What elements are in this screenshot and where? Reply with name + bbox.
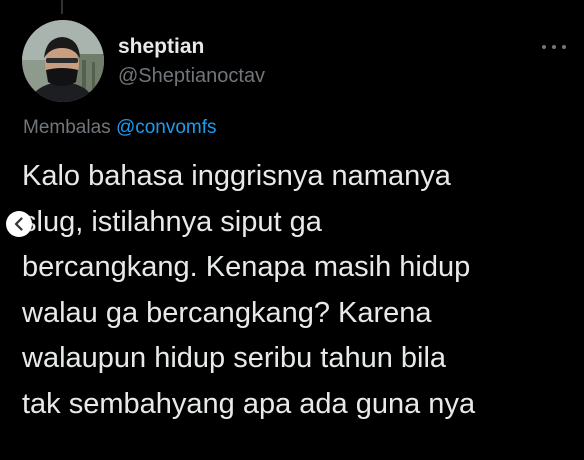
display-name[interactable]: sheptian (118, 34, 265, 60)
tweet-text: Kalo bahasa inggrisnya namanya slug, ist… (22, 160, 476, 420)
tweet-author[interactable]: sheptian @Sheptianoctav (118, 34, 265, 90)
thread-connector-line (61, 0, 63, 14)
user-handle[interactable]: @Sheptianoctav (118, 62, 265, 90)
more-dot (562, 45, 566, 49)
more-dot (542, 45, 546, 49)
more-options-icon[interactable] (542, 40, 566, 54)
avatar[interactable] (22, 20, 104, 102)
reply-mention-link[interactable]: @convomfs (116, 117, 217, 138)
chevron-left-icon (14, 217, 23, 231)
reply-prefix: Membalas (23, 117, 111, 138)
reply-context: Membalas @convomfs (23, 116, 217, 140)
previous-slide-button[interactable] (6, 211, 32, 237)
avatar-image (22, 20, 104, 102)
more-dot (552, 45, 556, 49)
